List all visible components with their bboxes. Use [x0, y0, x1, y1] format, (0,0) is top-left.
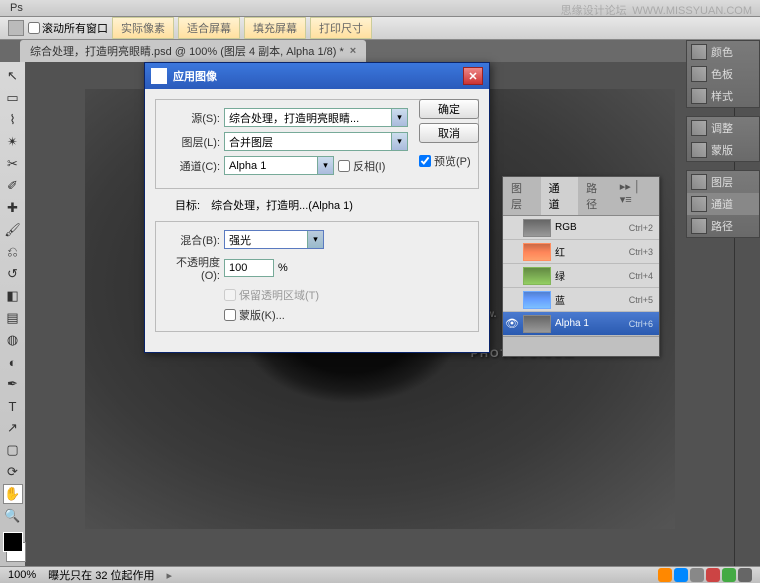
visibility-icon[interactable]: 👁	[505, 317, 519, 331]
zoom-level[interactable]: 100%	[8, 569, 36, 581]
opacity-input[interactable]	[224, 259, 274, 277]
preserve-checkbox: 保留透明区域(T)	[224, 287, 408, 303]
3d-tool[interactable]: ⟳	[3, 462, 23, 482]
channel-row-green[interactable]: 绿Ctrl+4	[503, 264, 659, 288]
channel-footer	[503, 336, 659, 356]
close-icon[interactable]: ✕	[463, 67, 483, 85]
hand-icon[interactable]	[8, 20, 24, 36]
tab-paths[interactable]: 路径	[578, 177, 616, 215]
eyedropper-tool[interactable]: ✐	[3, 176, 23, 196]
invert-checkbox[interactable]: 反相(I)	[338, 158, 385, 174]
mask-checkbox[interactable]: 蒙版(K)...	[224, 307, 408, 323]
channels-panel: 图层 通道 路径 ▸▸ │ ▾≡ RGBCtrl+2 红Ctrl+3 绿Ctrl…	[502, 176, 660, 357]
chevron-down-icon[interactable]: ▾	[317, 157, 333, 174]
chevron-down-icon[interactable]: ▾	[307, 231, 323, 248]
tab-channels[interactable]: 通道	[541, 177, 579, 215]
toolbox: ↖ ▭ ⌇ ✴ ✂ ✐ ✚ 🖌 ⎌ ↺ ◧ ▤ ◍ ◐ ✒ T ↗ ▢ ⟳ ✋ …	[0, 62, 26, 566]
panel-adjust[interactable]: 调整	[687, 117, 759, 139]
chevron-down-icon[interactable]: ▾	[391, 109, 407, 126]
channel-label: 通道(C):	[164, 158, 220, 174]
type-tool[interactable]: T	[3, 396, 23, 416]
dialog-icon	[151, 68, 167, 84]
pen-tool[interactable]: ✒	[3, 374, 23, 394]
close-tab-icon[interactable]: ×	[350, 45, 356, 57]
dialog-titlebar[interactable]: 应用图像 ✕	[145, 63, 489, 89]
eraser-tool[interactable]: ◧	[3, 286, 23, 306]
status-hint: 曝光只在 32 位起作用	[48, 567, 154, 583]
status-icon[interactable]	[690, 568, 704, 582]
chevron-down-icon[interactable]: ▾	[391, 133, 407, 150]
marquee-tool[interactable]: ▭	[3, 88, 23, 108]
photoshop-window: Ps 思缘设计论坛 WWW.MISSYUAN.COM 滚动所有窗口 实际像素 适…	[0, 0, 760, 530]
options-bar: 滚动所有窗口 实际像素 适合屏幕 填充屏幕 打印尺寸	[0, 17, 760, 40]
blur-tool[interactable]: ◍	[3, 330, 23, 350]
layer-combo[interactable]: 合并图层▾	[224, 132, 408, 151]
gradient-tool[interactable]: ▤	[3, 308, 23, 328]
header-credit: 思缘设计论坛 WWW.MISSYUAN.COM	[561, 2, 752, 18]
right-panels: 颜色 色板 样式 调整 蒙版 图层 通道 路径	[686, 40, 760, 238]
panel-swatches[interactable]: 色板	[687, 63, 759, 85]
status-icon[interactable]	[674, 568, 688, 582]
apply-image-dialog: 应用图像 ✕ 确定 取消 预览(P) 源(S): 综合处理，打造明亮眼睛...▾…	[144, 62, 490, 353]
panel-styles[interactable]: 样式	[687, 85, 759, 107]
crop-tool[interactable]: ✂	[3, 154, 23, 174]
channel-combo[interactable]: Alpha 1▾	[224, 156, 334, 175]
scroll-all-checkbox[interactable]: 滚动所有窗口	[28, 20, 108, 36]
ok-button[interactable]: 确定	[419, 99, 479, 119]
opacity-label: 不透明度(O):	[164, 254, 220, 282]
channel-row-blue[interactable]: 蓝Ctrl+5	[503, 288, 659, 312]
move-tool[interactable]: ↖	[3, 66, 23, 86]
actual-pixels-button[interactable]: 实际像素	[112, 17, 174, 39]
hand-tool[interactable]: ✋	[3, 484, 23, 504]
stamp-tool[interactable]: ⎌	[3, 242, 23, 262]
healing-tool[interactable]: ✚	[3, 198, 23, 218]
history-brush-tool[interactable]: ↺	[3, 264, 23, 284]
target-value: 综合处理，打造明...(Alpha 1)	[211, 197, 353, 213]
statusbar: 100% 曝光只在 32 位起作用 ▸	[0, 566, 760, 583]
channel-row-red[interactable]: 红Ctrl+3	[503, 240, 659, 264]
source-label: 源(S):	[164, 110, 220, 126]
channel-row-rgb[interactable]: RGBCtrl+2	[503, 216, 659, 240]
tab-layers[interactable]: 图层	[503, 177, 541, 215]
target-label: 目标:	[175, 197, 200, 213]
panel-menu-icon[interactable]: ▸▸ │ ▾≡	[616, 177, 659, 215]
blend-combo[interactable]: 强光▾	[224, 230, 324, 249]
status-icon[interactable]	[738, 568, 752, 582]
brush-tool[interactable]: 🖌	[3, 220, 23, 240]
foreground-swatch[interactable]	[3, 532, 23, 552]
menu-ps[interactable]: Ps	[4, 0, 29, 16]
layer-label: 图层(L):	[164, 134, 220, 150]
print-size-button[interactable]: 打印尺寸	[310, 17, 372, 39]
panel-layers[interactable]: 图层	[687, 171, 759, 193]
lasso-tool[interactable]: ⌇	[3, 110, 23, 130]
wand-tool[interactable]: ✴	[3, 132, 23, 152]
preview-checkbox[interactable]: 预览(P)	[419, 153, 479, 169]
document-tabbar: 综合处理，打造明亮眼睛.psd @ 100% (图层 4 副本, Alpha 1…	[0, 40, 760, 62]
panel-channels[interactable]: 通道	[687, 193, 759, 215]
source-combo[interactable]: 综合处理，打造明亮眼睛...▾	[224, 108, 408, 127]
status-icon[interactable]	[722, 568, 736, 582]
blend-label: 混合(B):	[164, 232, 220, 248]
channel-row-alpha1[interactable]: 👁Alpha 1Ctrl+6	[503, 312, 659, 336]
fit-screen-button[interactable]: 适合屏幕	[178, 17, 240, 39]
status-icon[interactable]	[658, 568, 672, 582]
zoom-tool[interactable]: 🔍	[3, 506, 23, 526]
channel-list: RGBCtrl+2 红Ctrl+3 绿Ctrl+4 蓝Ctrl+5 👁Alpha…	[503, 216, 659, 336]
fill-screen-button[interactable]: 填充屏幕	[244, 17, 306, 39]
status-icon[interactable]	[706, 568, 720, 582]
cancel-button[interactable]: 取消	[419, 123, 479, 143]
path-tool[interactable]: ↗	[3, 418, 23, 438]
panel-paths[interactable]: 路径	[687, 215, 759, 237]
dodge-tool[interactable]: ◐	[3, 352, 23, 372]
panel-color[interactable]: 颜色	[687, 41, 759, 63]
document-tab[interactable]: 综合处理，打造明亮眼睛.psd @ 100% (图层 4 副本, Alpha 1…	[20, 40, 366, 62]
shape-tool[interactable]: ▢	[3, 440, 23, 460]
panel-masks[interactable]: 蒙版	[687, 139, 759, 161]
